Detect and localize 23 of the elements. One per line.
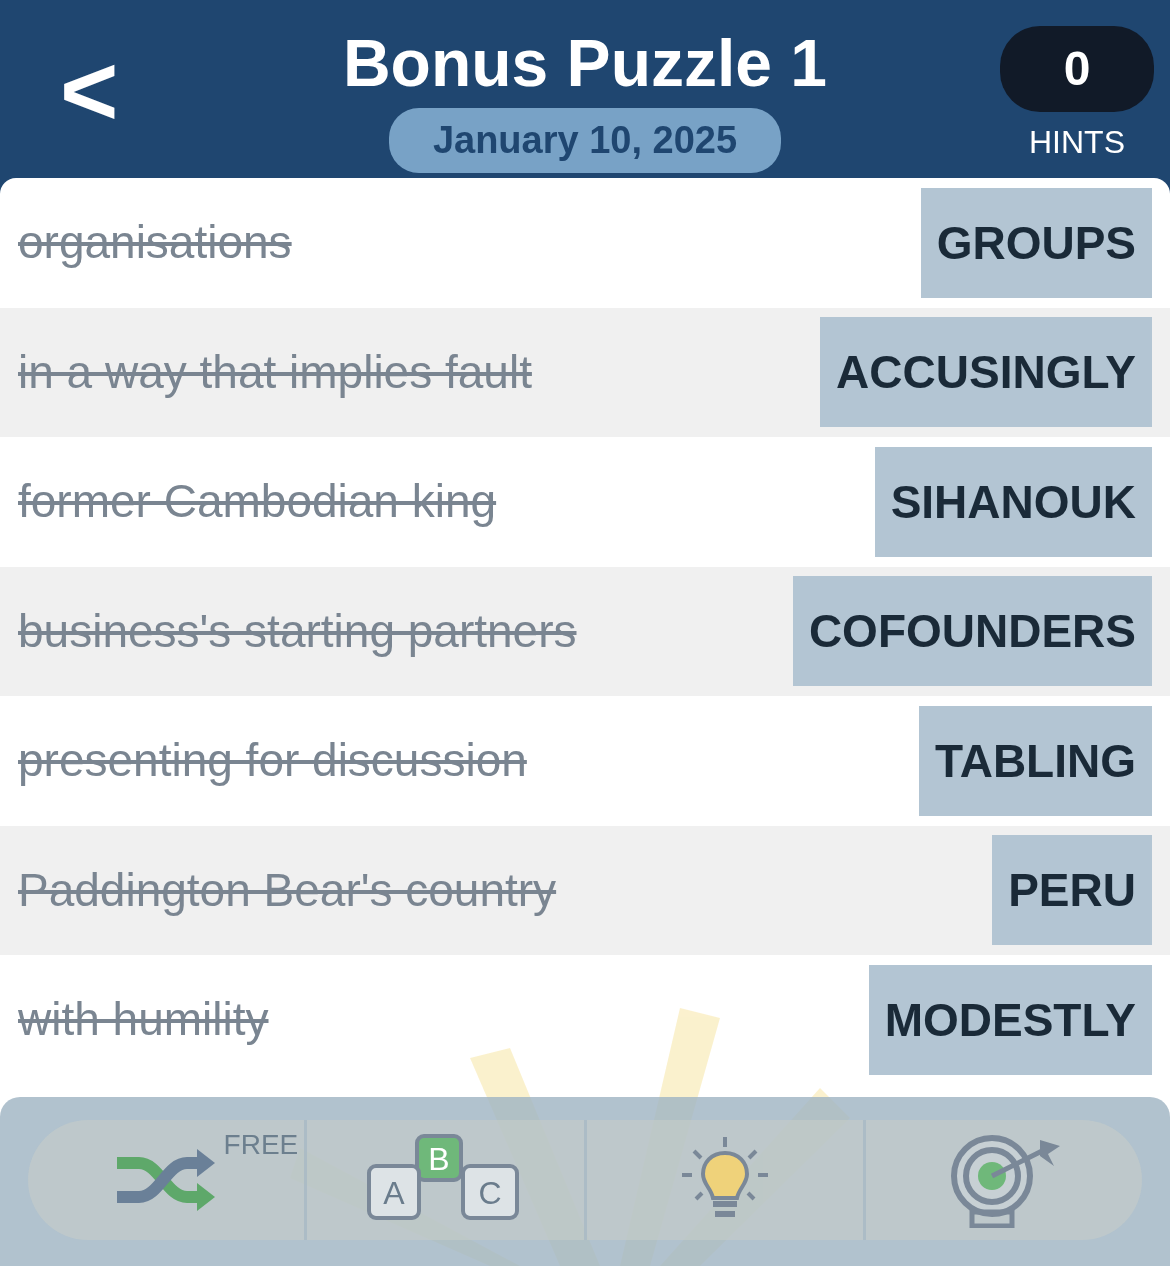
answer-tile[interactable]: COFOUNDERS <box>792 576 1152 687</box>
block-letter: A <box>383 1175 406 1211</box>
answer-tile[interactable]: MODESTLY <box>868 964 1152 1075</box>
clue-text: presenting for discussion <box>18 733 527 789</box>
block-letter: B <box>428 1141 451 1177</box>
clue-text: in a way that implies fault <box>18 344 532 400</box>
hint-count[interactable]: 0 <box>1000 26 1154 112</box>
answer-tile[interactable]: TABLING <box>919 705 1152 816</box>
answer-tile[interactable]: PERU <box>992 835 1152 946</box>
free-label: FREE <box>223 1128 299 1162</box>
clue-text: former Cambodian king <box>18 474 497 530</box>
hints-label: HINTS <box>1028 123 1126 162</box>
answer-tile[interactable]: GROUPS <box>920 187 1152 298</box>
back-button[interactable]: < <box>50 40 129 140</box>
clue-text: business's starting partners <box>18 603 577 659</box>
clue-text: organisations <box>18 215 292 271</box>
clue-text: with humility <box>18 992 269 1048</box>
date-label: January 10, 2025 <box>388 108 782 173</box>
clue-text: Paddington Bear's country <box>18 862 557 918</box>
answer-tile[interactable]: ACCUSINGLY <box>820 317 1152 428</box>
answer-tile[interactable]: SIHANOUK <box>874 446 1152 557</box>
puzzle-title: Bonus Puzzle 1 <box>342 30 828 96</box>
block-letter: C <box>478 1175 502 1211</box>
